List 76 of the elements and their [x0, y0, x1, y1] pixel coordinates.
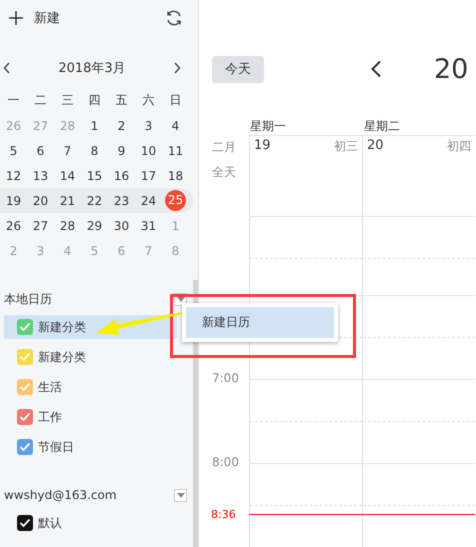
calendar-item[interactable]: 生活 — [4, 375, 177, 399]
date-cell[interactable]: 24 — [135, 194, 162, 208]
new-button[interactable]: 新建 — [8, 9, 60, 27]
date-title: 20 — [434, 54, 468, 84]
date-cell[interactable]: 2 — [108, 118, 135, 132]
date-cell[interactable]: 25 — [165, 190, 186, 211]
date-cell[interactable]: 16 — [108, 168, 135, 182]
month-title: 2018年3月 — [58, 60, 126, 77]
date-cell[interactable]: 1 — [81, 118, 108, 132]
chevron-left-icon[interactable] — [370, 60, 382, 78]
date-cell[interactable]: 23 — [108, 194, 135, 208]
date-cell[interactable]: 6 — [27, 144, 54, 158]
date-number: 20 — [367, 138, 384, 155]
today-button[interactable]: 今天 — [212, 56, 264, 82]
date-cell[interactable]: 17 — [135, 168, 162, 182]
lunar-date: 初三 — [334, 138, 358, 155]
date-cell[interactable]: 19 — [0, 194, 27, 208]
checkbox[interactable] — [17, 379, 33, 395]
date-cell[interactable]: 13 — [27, 168, 54, 182]
calendar-item[interactable]: 工作 — [4, 405, 177, 429]
date-cell[interactable]: 7 — [54, 144, 81, 158]
hour-label: 8:00 — [211, 455, 240, 469]
date-cell[interactable]: 18 — [162, 168, 189, 182]
date-cell[interactable]: 12 — [0, 168, 27, 182]
chevron-right-icon[interactable] — [172, 62, 181, 74]
hour-label: 7:00 — [211, 371, 240, 385]
all-day-label: 二月 — [212, 139, 237, 156]
selected-week[interactable]: 19 20 21 22 23 24 25 — [0, 188, 193, 213]
date-number: 19 — [254, 138, 271, 155]
weekday-label: 日 — [168, 92, 182, 109]
menu-item[interactable]: 新建日历 — [186, 307, 334, 338]
date-cell[interactable]: 4 — [162, 118, 189, 132]
weekday-label: 三 — [60, 92, 74, 109]
chevron-left-icon[interactable] — [3, 62, 11, 74]
date-cell[interactable]: 22 — [81, 194, 108, 208]
all-day-label: 全天 — [212, 164, 237, 181]
date-cell[interactable]: 29 — [81, 218, 108, 232]
date-cell[interactable]: 30 — [108, 218, 135, 232]
checkbox[interactable] — [17, 319, 33, 335]
date-cell[interactable]: 10 — [135, 144, 162, 158]
date-cell[interactable]: 15 — [81, 168, 108, 182]
date-cell[interactable]: 21 — [54, 194, 81, 208]
plus-icon — [8, 10, 24, 26]
lunar-date: 初四 — [447, 138, 471, 155]
date-cell[interactable]: 20 — [27, 194, 54, 208]
date-cell[interactable]: 31 — [135, 218, 162, 232]
checkbox[interactable] — [17, 515, 33, 531]
section-title: 本地日历 — [4, 290, 52, 308]
weekday-label: 二 — [34, 92, 48, 109]
weekday-label: 五 — [114, 92, 128, 109]
caret-icon — [176, 296, 184, 302]
date-cell[interactable]: 14 — [54, 168, 81, 182]
checkbox[interactable] — [17, 409, 33, 425]
date-cell[interactable]: 5 — [0, 144, 27, 158]
dropdown-button[interactable] — [174, 488, 187, 502]
caret-icon — [176, 492, 184, 498]
weekday-label: 六 — [142, 92, 156, 109]
date-cell[interactable]: 3 — [135, 118, 162, 132]
date-cell[interactable]: 27 — [27, 218, 54, 232]
current-time-label: 8:36 — [210, 508, 237, 521]
calendar-item[interactable]: 默认 — [4, 511, 177, 535]
checkbox[interactable] — [17, 349, 33, 365]
calendar-item[interactable]: 新建分类 — [4, 345, 177, 369]
date-cell[interactable]: 26 — [0, 218, 27, 232]
weekday-label: 四 — [88, 92, 102, 109]
weekday-header: 星期二 — [363, 118, 401, 134]
calendar-item[interactable]: 节假日 — [4, 435, 177, 459]
date-cell[interactable]: 28 — [54, 218, 81, 232]
refresh-icon[interactable] — [165, 9, 183, 27]
weekday-label: 一 — [6, 92, 20, 109]
date-cell[interactable]: 8 — [81, 144, 108, 158]
date-cell[interactable]: 9 — [108, 144, 135, 158]
date-cell[interactable]: 11 — [162, 144, 189, 158]
weekday-header: 星期一 — [249, 118, 287, 134]
section-title: wwshyd@163.com — [4, 488, 117, 502]
checkbox[interactable] — [17, 439, 33, 455]
